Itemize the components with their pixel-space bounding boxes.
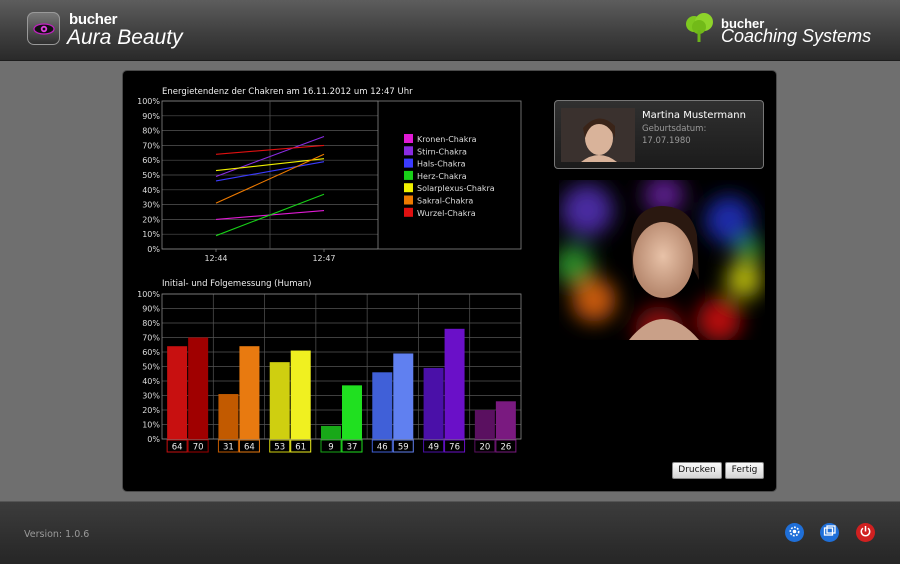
person-card: Martina Mustermann Geburtsdatum: 17.07.1… bbox=[554, 100, 764, 169]
bar-followup-5 bbox=[444, 328, 465, 439]
bar-followup-0 bbox=[188, 337, 209, 439]
bar-chart-y-tick: 60% bbox=[142, 348, 160, 357]
bar-chart-y-tick: 40% bbox=[142, 377, 160, 386]
legend-swatch-4 bbox=[404, 183, 413, 193]
bar-followup-6 bbox=[495, 401, 516, 439]
legend-label-4: Solarplexus-Chakra bbox=[417, 184, 495, 193]
settings-icon bbox=[788, 523, 801, 542]
line-chart-y-tick: 70% bbox=[142, 141, 160, 150]
legend-label-1: Stirn-Chakra bbox=[417, 147, 467, 156]
legend-label-6: Wurzel-Chakra bbox=[417, 209, 476, 218]
bar-initial-1 bbox=[218, 394, 239, 439]
legend-swatch-6 bbox=[404, 207, 413, 217]
bar-followup-2 bbox=[290, 350, 311, 439]
bar-chart-y-tick: 90% bbox=[142, 305, 160, 314]
line-chart-y-tick: 60% bbox=[142, 156, 160, 165]
bar-value-label-followup-0: 70 bbox=[193, 443, 204, 453]
bar-chart-y-tick: 20% bbox=[142, 406, 160, 415]
bar-value-label-initial-4: 46 bbox=[377, 443, 388, 453]
power-icon bbox=[859, 523, 872, 542]
aura-image bbox=[554, 175, 765, 354]
bar-initial-5 bbox=[423, 367, 444, 439]
bar-value-label-followup-3: 37 bbox=[347, 443, 358, 453]
power-button[interactable] bbox=[856, 523, 875, 542]
line-chart-x-tick: 12:47 bbox=[312, 254, 335, 263]
legend-swatch-5 bbox=[404, 195, 413, 205]
bar-value-label-initial-3: 9 bbox=[328, 443, 333, 453]
bar-chart-y-tick: 70% bbox=[142, 334, 160, 343]
bar-value-label-followup-1: 64 bbox=[244, 443, 255, 453]
print-button[interactable]: Drucken bbox=[672, 462, 722, 479]
person-photo bbox=[561, 108, 635, 162]
bar-followup-4 bbox=[393, 353, 414, 439]
line-chart-y-tick: 80% bbox=[142, 127, 160, 136]
window-icon bbox=[823, 523, 836, 542]
bar-value-label-initial-5: 49 bbox=[428, 443, 439, 453]
line-chart-y-tick: 20% bbox=[142, 215, 160, 224]
charts-canvas: 100%90%80%70%60%50%40%30%20%10%0%12:44 12… bbox=[137, 97, 522, 453]
legend-swatch-0 bbox=[404, 134, 413, 143]
bar-chart-y-tick: 100% bbox=[137, 290, 160, 299]
legend-label-2: Hals-Chakra bbox=[417, 160, 466, 169]
legend-label-5: Sakral-Chakra bbox=[417, 197, 473, 206]
line-chart-y-tick: 50% bbox=[142, 171, 160, 180]
bar-initial-3 bbox=[321, 425, 341, 439]
bar-chart-y-tick: 80% bbox=[142, 319, 160, 328]
bar-chart-y-tick: 0% bbox=[147, 435, 160, 444]
bar-value-label-initial-1: 31 bbox=[223, 443, 234, 453]
line-chart-y-tick: 40% bbox=[142, 186, 160, 195]
bar-initial-0 bbox=[167, 346, 188, 439]
line-chart-y-tick: 90% bbox=[142, 112, 160, 121]
legend-label-0: Kronen-Chakra bbox=[417, 135, 477, 144]
window-button[interactable] bbox=[820, 523, 839, 542]
bar-value-label-followup-2: 61 bbox=[295, 443, 306, 453]
bar-value-label-initial-2: 53 bbox=[274, 443, 285, 453]
person-name: Martina Mustermann bbox=[642, 110, 746, 121]
bar-initial-2 bbox=[269, 362, 290, 439]
legend-label-3: Herz-Chakra bbox=[417, 172, 467, 181]
done-button[interactable]: Fertig bbox=[725, 462, 764, 479]
legend-swatch-2 bbox=[404, 158, 413, 168]
footer-bar: Version: 1.0.6 bbox=[0, 501, 900, 564]
bar-value-label-initial-0: 64 bbox=[172, 443, 183, 453]
bar-chart-y-tick: 30% bbox=[142, 392, 160, 401]
bar-value-label-followup-5: 76 bbox=[449, 443, 460, 453]
bar-value-label-followup-4: 59 bbox=[398, 443, 409, 453]
settings-button[interactable] bbox=[785, 523, 804, 542]
birthdate-value: 17.07.1980 bbox=[642, 136, 691, 146]
legend-swatch-1 bbox=[404, 146, 413, 156]
birthdate-label: Geburtsdatum: bbox=[642, 124, 707, 134]
line-chart-y-tick: 0% bbox=[147, 245, 160, 254]
version-label: Version: 1.0.6 bbox=[24, 529, 90, 540]
bar-followup-3 bbox=[342, 385, 362, 439]
bar-followup-1 bbox=[239, 346, 260, 439]
bar-chart-y-tick: 50% bbox=[142, 363, 160, 372]
line-chart-y-tick: 100% bbox=[137, 97, 160, 106]
legend-swatch-3 bbox=[404, 170, 413, 180]
bar-initial-6 bbox=[474, 410, 495, 439]
bar-chart-y-tick: 10% bbox=[142, 421, 160, 430]
bar-initial-4 bbox=[372, 372, 393, 439]
line-chart-y-tick: 10% bbox=[142, 230, 160, 239]
line-chart-y-tick: 30% bbox=[142, 201, 160, 210]
bar-value-label-initial-6: 20 bbox=[479, 443, 490, 453]
bar-value-label-followup-6: 26 bbox=[500, 443, 511, 453]
line-chart-x-tick: 12:44 bbox=[204, 254, 227, 263]
